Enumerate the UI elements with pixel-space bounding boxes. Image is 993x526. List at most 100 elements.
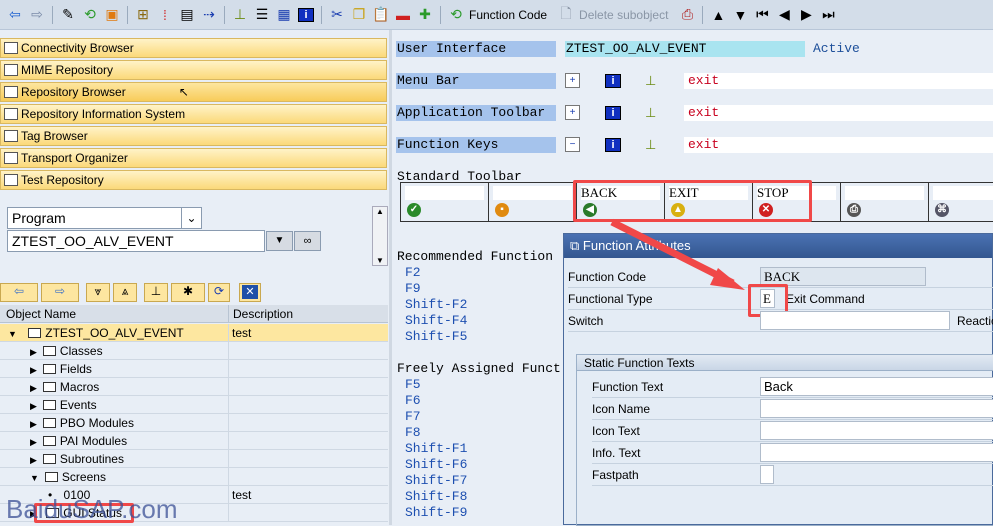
nav-test-repository[interactable]: Test Repository — [0, 170, 387, 190]
delete-icon[interactable]: ▬ — [392, 4, 414, 26]
hierarchy-icon[interactable]: ⊥ — [229, 4, 251, 26]
collapse-icon[interactable]: ⩓ — [113, 283, 137, 302]
splitter[interactable] — [389, 30, 392, 525]
tree-row[interactable]: ▶ Fields — [0, 360, 388, 378]
activate-icon[interactable]: ⟲ — [79, 4, 101, 26]
editor-row-value[interactable]: exit — [684, 137, 993, 153]
function-key-item[interactable]: Shift-F5 — [405, 329, 467, 345]
slot-function-code[interactable] — [493, 186, 572, 200]
function-key-item[interactable]: Shift-F8 — [405, 489, 467, 505]
refresh-icon[interactable]: ⟳ — [208, 283, 230, 302]
copy-icon[interactable]: ❐ — [348, 4, 370, 26]
move-down-icon[interactable]: ▼ — [729, 4, 751, 26]
insert-icon[interactable]: ✚ — [414, 4, 436, 26]
function-key-item[interactable]: F6 — [405, 393, 467, 409]
magic-wand-icon[interactable]: ⁞ — [154, 4, 176, 26]
field-input[interactable]: Back — [760, 377, 993, 396]
dialog-title-bar[interactable]: ⧉ Function Attributes — [564, 234, 992, 258]
info-icon[interactable]: i — [605, 74, 621, 88]
slot-function-code[interactable] — [845, 186, 924, 200]
nav-mime-repository[interactable]: MIME Repository — [0, 60, 387, 80]
nav-tag-browser[interactable]: Tag Browser — [0, 126, 387, 146]
previous-page-icon[interactable]: ◀ — [773, 4, 795, 26]
tree-row[interactable]: ▶ PAI Modules — [0, 432, 388, 450]
print-icon[interactable]: ⎙ — [676, 4, 698, 26]
delete-subobject-button[interactable]: Delete subobject — [577, 8, 676, 22]
chevron-down-icon[interactable]: ⌄ — [181, 208, 201, 228]
slot-function-code[interactable] — [933, 186, 993, 200]
back-icon[interactable]: ⇦ — [4, 4, 26, 26]
list-icon[interactable]: ▦ — [273, 4, 295, 26]
function-key-item[interactable]: F5 — [405, 377, 467, 393]
object-name-input[interactable]: ZTEST_OO_ALV_EVENT — [7, 230, 265, 252]
field-input[interactable] — [760, 465, 774, 484]
function-key-item[interactable]: F2 — [405, 265, 467, 281]
paste-icon[interactable]: 📋 — [370, 4, 392, 26]
scroll-up-icon[interactable]: ▲ — [373, 207, 387, 216]
function-key-item[interactable]: Shift-F9 — [405, 505, 467, 521]
standard-toolbar-slot[interactable]: ⎙ — [840, 182, 928, 222]
expand-arrow-icon[interactable]: ▶ — [0, 401, 37, 411]
info-icon[interactable]: i — [605, 106, 621, 120]
collapse-arrow-icon[interactable]: ▼ — [0, 473, 39, 483]
tree-row[interactable]: ▶ PBO Modules — [0, 414, 388, 432]
dropdown-button[interactable]: ▼ — [266, 231, 293, 251]
hierarchy-icon[interactable]: ⊥ — [144, 283, 168, 302]
field-input[interactable] — [760, 443, 993, 462]
info-icon[interactable]: i — [605, 138, 621, 152]
other-object-icon[interactable]: ▣ — [101, 4, 123, 26]
standard-toolbar-slot[interactable]: ▪ — [488, 182, 576, 222]
field-input[interactable] — [760, 399, 993, 418]
scrollbar[interactable]: ▲ ▼ — [372, 206, 388, 266]
switch-input[interactable] — [760, 311, 950, 330]
function-key-item[interactable]: Shift-F4 — [405, 313, 467, 329]
function-key-item[interactable]: Shift-F1 — [405, 441, 467, 457]
next-page-icon[interactable]: ▶ — [795, 4, 817, 26]
tree-row[interactable]: ▶ Macros — [0, 378, 388, 396]
first-page-icon[interactable]: ⏮ — [751, 4, 773, 26]
tree-row[interactable]: ▼ Screens — [0, 468, 388, 486]
nav-connectivity-browser[interactable]: Connectivity Browser — [0, 38, 387, 58]
previous-object-button[interactable]: ⇦ — [0, 283, 38, 302]
nav-transport-organizer[interactable]: Transport Organizer — [0, 148, 387, 168]
nav-repository-information-system[interactable]: Repository Information System — [0, 104, 387, 124]
cut-icon[interactable]: ✂ — [326, 4, 348, 26]
field-input[interactable] — [760, 421, 993, 440]
expand-arrow-icon[interactable]: ▶ — [0, 347, 37, 357]
hierarchy-icon[interactable]: ⊥ — [645, 105, 656, 121]
editor-row-value[interactable]: exit — [684, 105, 993, 121]
where-used-icon[interactable]: ⊞ — [132, 4, 154, 26]
tree-row[interactable]: ▶ Subroutines — [0, 450, 388, 468]
function-key-item[interactable]: Shift-F6 — [405, 457, 467, 473]
forward-icon[interactable]: ⇨ — [26, 4, 48, 26]
function-key-item[interactable]: Shift-F2 — [405, 297, 467, 313]
function-key-item[interactable]: F9 — [405, 281, 467, 297]
expand-arrow-icon[interactable]: ▶ — [0, 455, 37, 465]
close-icon[interactable]: ✕ — [242, 285, 258, 299]
hierarchy-icon[interactable]: ⊥ — [645, 73, 656, 89]
next-object-button[interactable]: ⇨ — [41, 283, 79, 302]
expand-icon[interactable]: ⩔ — [86, 283, 110, 302]
tree-row[interactable]: ▶ Events — [0, 396, 388, 414]
column-header-description[interactable]: Description — [228, 305, 293, 323]
object-type-select[interactable]: Program ⌄ — [7, 207, 202, 229]
expand-icon[interactable]: + — [565, 73, 580, 88]
editor-row-value[interactable]: exit — [684, 73, 993, 89]
standard-toolbar-slot[interactable]: ⌘ — [928, 182, 993, 222]
edit-icon[interactable]: ✎ — [57, 4, 79, 26]
expand-arrow-icon[interactable]: ▶ — [0, 365, 37, 375]
column-header-object-name[interactable]: Object Name — [0, 307, 76, 321]
expand-arrow-icon[interactable]: ▶ — [0, 383, 37, 393]
expand-icon[interactable]: + — [565, 105, 580, 120]
slot-function-code[interactable] — [405, 186, 484, 200]
scroll-down-icon[interactable]: ▼ — [373, 256, 387, 265]
navigation-icon[interactable]: ⇢ — [198, 4, 220, 26]
stack-icon[interactable]: ☰ — [251, 4, 273, 26]
collapse-arrow-icon[interactable]: ▼ — [0, 329, 17, 339]
snowflake-icon[interactable]: ✱ — [171, 283, 205, 302]
collapse-icon[interactable]: − — [565, 137, 580, 152]
function-key-item[interactable]: F7 — [405, 409, 467, 425]
tree-row-root[interactable]: ▼ ZTEST_OO_ALV_EVENT test — [0, 324, 388, 342]
function-code-button[interactable]: Function Code — [467, 8, 555, 22]
function-key-item[interactable]: F8 — [405, 425, 467, 441]
